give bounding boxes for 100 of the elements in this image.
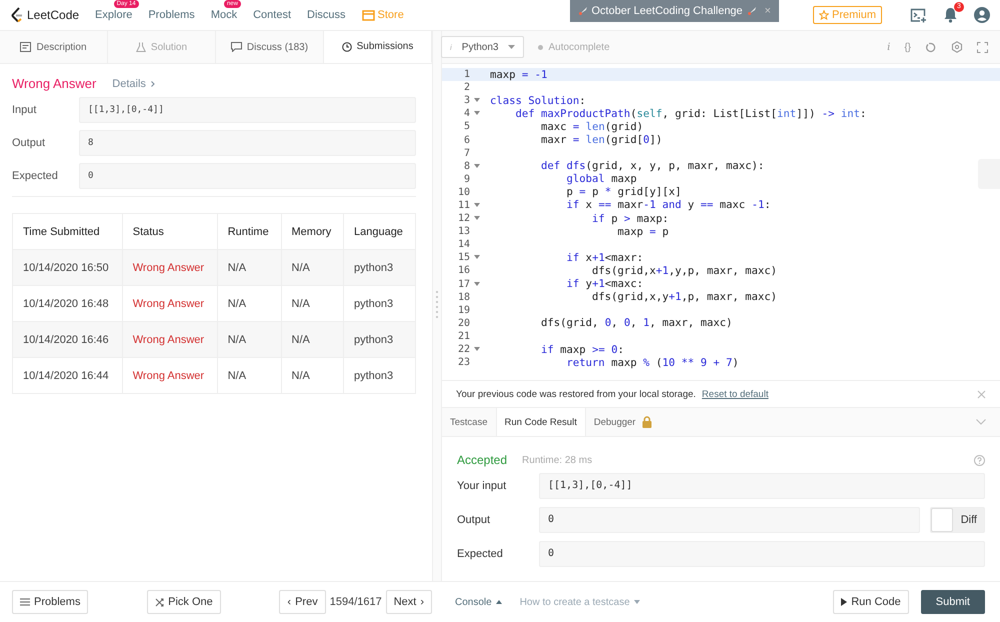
line-number: 8	[462, 160, 470, 172]
pick-one-button[interactable]: Pick One	[147, 590, 221, 614]
value-field: 0	[79, 163, 416, 189]
next-button[interactable]: Next ›	[386, 590, 432, 614]
code-line: dfs(grid,x+1,y,p, maxr, maxc)	[591, 264, 778, 277]
reset-link[interactable]: Reset to default	[702, 388, 768, 400]
format-button[interactable]: {}	[904, 42, 911, 52]
line-number: 9	[462, 174, 470, 185]
result-status: Wrong Answer	[12, 76, 96, 91]
settings-icon[interactable]	[951, 41, 963, 53]
code-line: class Solution:	[490, 94, 586, 107]
nav-link[interactable]: Mock	[210, 9, 238, 21]
notice-text: Your previous code was restored from your local storage.	[456, 388, 696, 400]
reset-icon[interactable]	[925, 42, 937, 52]
fold-icon[interactable]	[474, 347, 480, 352]
field-label: Input	[12, 104, 38, 116]
status-link[interactable]: Wrong Answer	[122, 358, 218, 394]
logo-icon[interactable]	[10, 7, 24, 23]
code-line: if p > maxp:	[591, 212, 669, 225]
nav-link[interactable]: Problems	[148, 9, 195, 21]
terminal-plus-icon[interactable]	[910, 8, 927, 22]
code-line: if y+1<maxc:	[566, 278, 644, 290]
field-label: Output	[12, 137, 46, 149]
bell-icon[interactable]	[943, 7, 958, 23]
line-number: 15	[456, 252, 470, 264]
language-select[interactable]: i Python3	[441, 36, 524, 58]
table-cell: N/A	[281, 250, 344, 286]
nav-link[interactable]: Discuss	[307, 9, 346, 21]
table-cell: python3	[343, 322, 416, 358]
details-link[interactable]: Details	[112, 78, 156, 90]
line-number: 18	[456, 292, 470, 303]
challenge-banner[interactable]: October LeetCoding Challenge ×	[570, 0, 779, 22]
store-icon	[362, 10, 375, 20]
code-line: dfs(grid, 0, 0, 1, maxr, maxc)	[540, 317, 732, 330]
code-line: maxc = len(grid)	[540, 120, 644, 133]
line-number: 6	[462, 134, 470, 146]
table-cell: 10/14/2020 16:44	[12, 358, 122, 394]
table-cell: N/A	[217, 322, 281, 358]
line-number: 21	[456, 330, 470, 342]
code-line: if maxp >= 0:	[540, 344, 624, 356]
fullscreen-icon[interactable]	[977, 42, 988, 52]
diff-toggle[interactable]: Diff	[930, 507, 985, 533]
help-icon[interactable]	[974, 454, 985, 466]
line-number: 20	[456, 318, 470, 329]
table-cell: 10/14/2020 16:46	[12, 322, 122, 358]
field-label: Expected	[457, 548, 504, 560]
nav-link[interactable]: Contest	[253, 9, 292, 21]
column-header: Time Submitted	[12, 214, 122, 250]
logo-text[interactable]: LeetCode	[27, 8, 80, 22]
run-code-button[interactable]: Run Code	[833, 590, 909, 614]
chevron-right-icon	[150, 80, 156, 88]
problems-button[interactable]: Problems	[12, 590, 88, 614]
flask-icon	[136, 42, 146, 52]
table-cell: python3	[343, 250, 416, 286]
submit-button[interactable]: Submit	[920, 590, 985, 614]
chevron-down-icon[interactable]	[976, 419, 986, 425]
table-cell: 10/14/2020 16:50	[12, 250, 122, 286]
code-line: if x+1<maxr:	[566, 252, 644, 264]
line-number: 3	[462, 95, 470, 106]
fold-icon[interactable]	[474, 164, 480, 169]
close-icon[interactable]	[977, 390, 986, 398]
line-number: 2	[462, 82, 470, 94]
fold-icon[interactable]	[474, 111, 480, 116]
console-tab[interactable]: Run Code Result	[496, 408, 586, 436]
console-button[interactable]: Console	[455, 596, 502, 608]
line-number: 14	[456, 239, 470, 250]
star-icon	[818, 10, 829, 20]
line-number: 17	[456, 278, 470, 290]
fold-icon[interactable]	[474, 216, 480, 222]
line-number: 10	[456, 186, 470, 198]
value-field: [[1,3],[0,-4]]	[539, 473, 985, 499]
status-link[interactable]: Wrong Answer	[122, 322, 218, 358]
code-line: global maxp	[566, 173, 637, 186]
info-button[interactable]: i	[887, 42, 890, 52]
console-tab[interactable]: Debugger	[586, 408, 660, 436]
value-field: 0	[539, 507, 920, 533]
nav-link[interactable]: Explore	[95, 9, 132, 21]
panel-tab[interactable]: Description	[0, 31, 108, 63]
caret-icon	[508, 45, 516, 49]
table-cell: N/A	[281, 358, 344, 394]
banner-text[interactable]: October LeetCoding Challenge	[592, 5, 743, 17]
fold-icon[interactable]	[474, 98, 480, 104]
fold-icon[interactable]	[474, 282, 480, 287]
panel-tab[interactable]: Submissions	[324, 31, 432, 63]
clock-icon	[342, 42, 352, 52]
fold-icon[interactable]	[474, 255, 480, 260]
status-link[interactable]: Wrong Answer	[122, 250, 218, 286]
prev-button[interactable]: ‹ Prev	[279, 590, 326, 614]
avatar-icon[interactable]	[974, 7, 990, 23]
table-cell: N/A	[217, 358, 281, 394]
console-tab[interactable]: Testcase	[442, 408, 496, 436]
document-icon	[20, 42, 32, 52]
line-number: 23	[456, 357, 470, 368]
problem-counter: 1594/1617	[330, 596, 382, 608]
drag-handle[interactable]	[436, 291, 438, 321]
fold-icon[interactable]	[474, 202, 480, 208]
line-number: 16	[456, 265, 470, 276]
line-number: 11	[456, 200, 470, 211]
code-line: def maxProductPath(self, grid: List[List[int]]) -> int:	[514, 108, 866, 120]
line-number: 4	[462, 108, 470, 120]
